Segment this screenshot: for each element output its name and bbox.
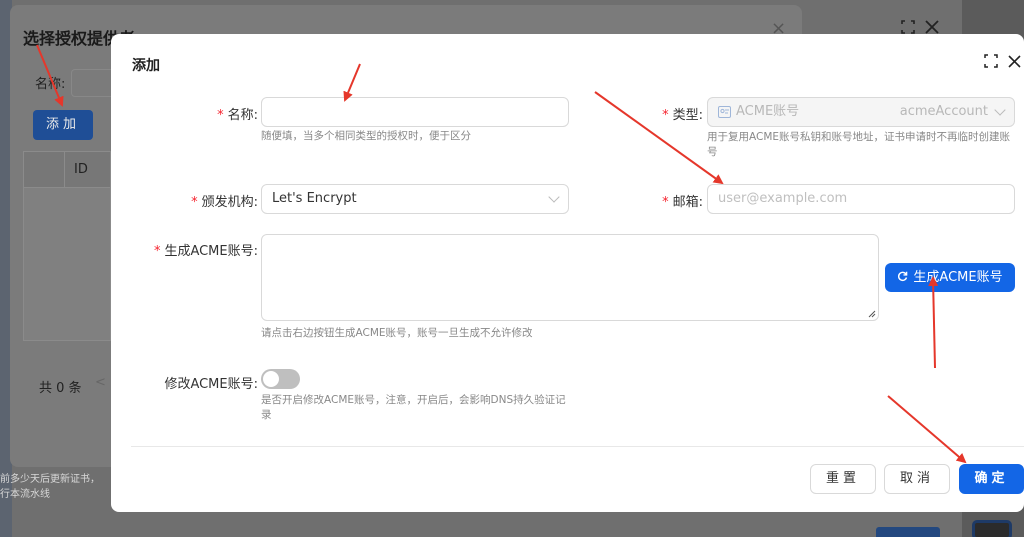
generate-acme-account-button[interactable]: 生成ACME账号	[885, 263, 1015, 292]
background-text: 前多少天后更新证书， 行本流水线	[0, 472, 100, 502]
confirm-button[interactable]: 确定	[959, 464, 1024, 494]
issuer-label: * 颁发机构:	[191, 191, 258, 210]
acme-account-help-text: 请点击右边按钮生成ACME账号，账号一旦生成不允许修改	[261, 327, 533, 339]
type-value: ACME账号	[736, 104, 800, 119]
acme-account-label: * 生成ACME账号:	[154, 240, 258, 259]
email-input[interactable]: user@example.com	[707, 184, 1015, 214]
required-mark: *	[662, 195, 669, 210]
provider-table: ID	[23, 151, 111, 341]
help-line: 用于复用ACME账号私钥和账号地址，证书申请时不再临时创建账	[707, 131, 1011, 143]
footer-divider	[131, 446, 1024, 447]
help-line: 录	[261, 409, 272, 421]
maximize-icon[interactable]	[901, 20, 915, 34]
close-icon[interactable]	[1008, 55, 1021, 68]
help-line: 号	[707, 146, 718, 158]
type-label: * 类型:	[662, 104, 703, 123]
type-help-text: 用于复用ACME账号私钥和账号地址，证书申请时不再临时创建账 号	[707, 130, 1017, 160]
modify-acme-toggle[interactable]	[261, 369, 300, 389]
label-text: 类型:	[672, 108, 703, 123]
email-placeholder: user@example.com	[718, 191, 848, 206]
help-line: 是否开启修改ACME账号，注意，开启后，会影响DNS持久验证记	[261, 394, 566, 406]
type-select[interactable]: ACME账号 acmeAccount	[707, 97, 1015, 127]
chevron-down-icon	[548, 191, 560, 203]
label-text: 生成ACME账号:	[164, 244, 258, 259]
column-header-id: ID	[74, 162, 88, 177]
email-label: * 邮箱:	[662, 191, 703, 210]
account-icon	[718, 106, 731, 118]
pagination-total: 共 0 条	[39, 381, 82, 396]
issuer-value: Let's Encrypt	[272, 191, 357, 206]
add-provider-dialog: 添加 * 名称: 随便填，当多个相同类型的授权时，便于区分 * 类型: ACME账号…	[111, 34, 1024, 512]
issuer-select[interactable]: Let's Encrypt	[261, 184, 569, 214]
name-filter-label: 名称:	[35, 77, 66, 92]
modify-acme-label: 修改ACME账号:	[164, 377, 258, 392]
name-label: * 名称:	[217, 104, 258, 123]
dialog-title: 添加	[132, 58, 160, 74]
background-button	[876, 527, 940, 537]
acme-account-textarea[interactable]	[261, 234, 879, 321]
resize-handle-icon[interactable]	[868, 310, 876, 318]
background-text-line: 行本流水线	[0, 489, 50, 500]
name-help-text: 随便填，当多个相同类型的授权时，便于区分	[261, 130, 471, 142]
label-text: 邮箱:	[672, 195, 703, 210]
maximize-icon[interactable]	[984, 54, 998, 68]
cancel-button[interactable]: 取消	[884, 464, 950, 494]
required-mark: *	[217, 108, 224, 123]
label-text: 颁发机构:	[201, 195, 258, 210]
modify-acme-help-text: 是否开启修改ACME账号，注意，开启后，会影响DNS持久验证记 录	[261, 393, 566, 423]
required-mark: *	[153, 244, 161, 259]
name-input[interactable]	[261, 97, 569, 127]
button-label: 生成ACME账号	[913, 270, 1003, 285]
pagination-prev-button[interactable]: <	[95, 375, 106, 390]
background-icon	[972, 520, 1012, 537]
required-mark: *	[662, 108, 669, 123]
chevron-down-icon	[994, 104, 1006, 116]
close-icon[interactable]	[925, 20, 939, 34]
table-header: ID	[24, 152, 110, 188]
background-text-line: 前多少天后更新证书，	[0, 474, 100, 485]
column-divider	[64, 152, 65, 188]
type-code: acmeAccount	[899, 104, 988, 119]
refresh-icon	[898, 271, 908, 282]
reset-button[interactable]: 重置	[810, 464, 876, 494]
label-text: 名称:	[227, 108, 258, 123]
toggle-knob	[263, 371, 279, 387]
required-mark: *	[191, 195, 198, 210]
add-provider-button[interactable]: 添加	[33, 110, 93, 140]
